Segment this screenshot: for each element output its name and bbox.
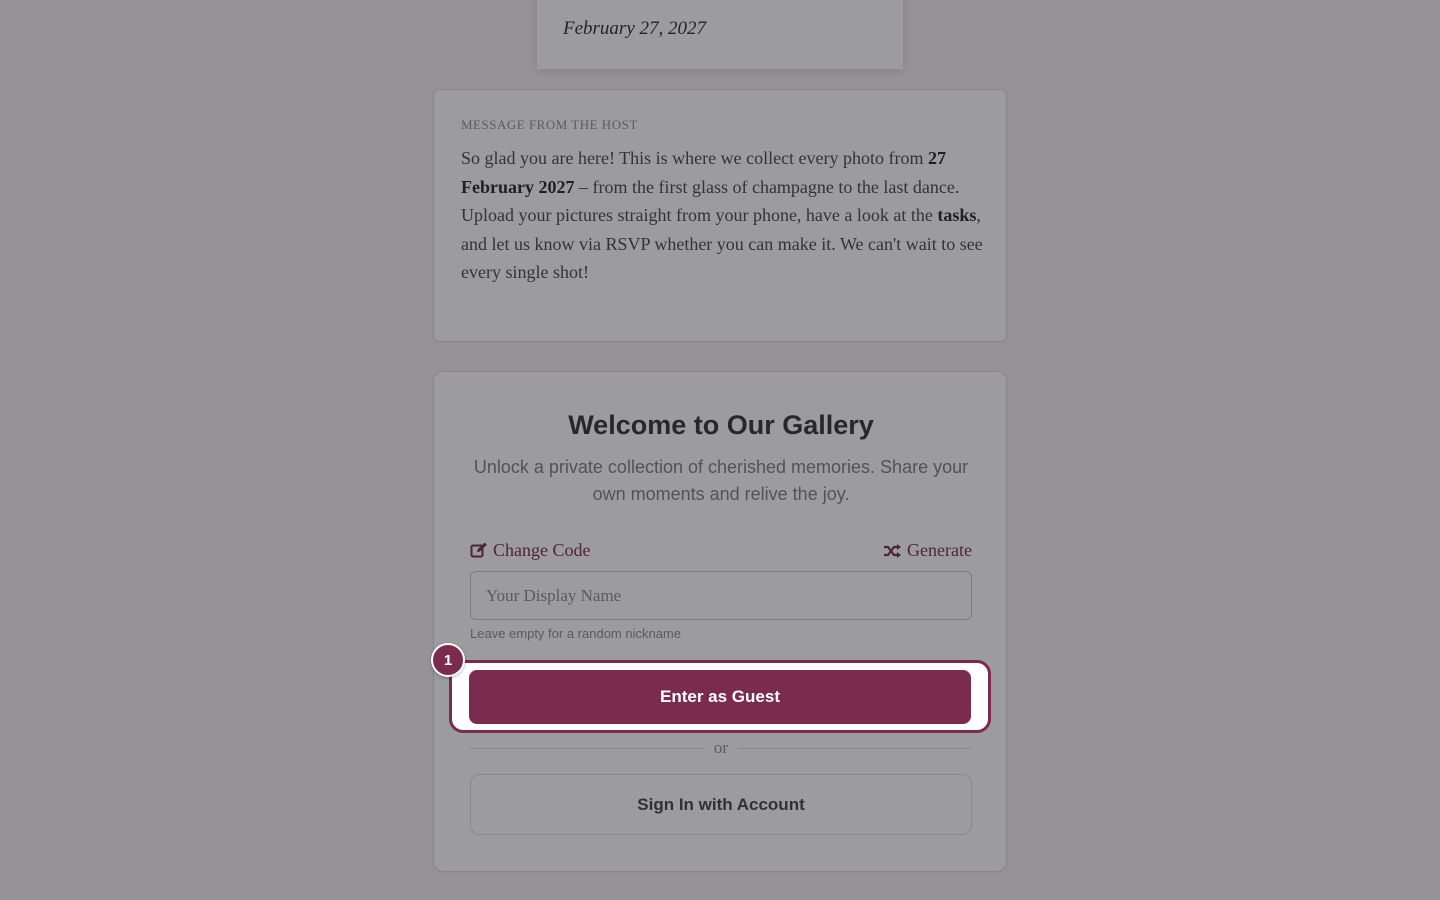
host-text: Upload your pictures straight from your … <box>461 205 938 225</box>
welcome-subtitle: Unlock a private collection of cherished… <box>473 457 969 504</box>
host-message-label: MESSAGE FROM THE HOST <box>461 117 638 132</box>
tour-spotlight: Enter as Guest <box>449 660 991 733</box>
host-message-paragraph-1: So glad you are here! This is where we c… <box>461 144 986 201</box>
enter-as-guest-button-highlighted[interactable]: Enter as Guest <box>469 670 971 724</box>
host-message-card: MESSAGE FROM THE HOST So glad you are he… <box>433 89 1007 342</box>
host-message-body: So glad you are here! This is where we c… <box>461 144 986 287</box>
welcome-title: Welcome to Our Gallery <box>568 410 874 440</box>
change-code-link[interactable]: Change Code <box>470 540 590 561</box>
host-tasks-bold: tasks <box>937 205 977 225</box>
tour-step-badge: 1 <box>431 643 465 677</box>
sign-in-with-account-button[interactable]: Sign In with Account <box>470 774 972 835</box>
change-code-label: Change Code <box>493 540 591 560</box>
display-name-input[interactable] <box>470 571 972 620</box>
or-divider: or <box>470 738 972 758</box>
shuffle-icon <box>883 543 902 559</box>
display-name-hint: Leave empty for a random nickname <box>470 626 681 641</box>
generate-link[interactable]: Generate <box>883 540 972 561</box>
event-date-card: February 27, 2027 <box>537 0 903 69</box>
code-actions-row: Change Code Generate <box>470 540 972 564</box>
divider-line-right <box>737 748 972 749</box>
edit-icon <box>470 542 488 559</box>
page: February 27, 2027 MESSAGE FROM THE HOST … <box>0 0 1440 900</box>
host-message-paragraph-2: Upload your pictures straight from your … <box>461 201 986 287</box>
event-date: February 27, 2027 <box>563 18 707 39</box>
welcome-card: Welcome to Our Gallery Unlock a private … <box>433 371 1007 872</box>
host-text: So glad you are here! This is where we c… <box>461 148 929 168</box>
generate-label: Generate <box>907 540 972 560</box>
host-text: – from the first glass of champagne to t… <box>574 176 960 197</box>
